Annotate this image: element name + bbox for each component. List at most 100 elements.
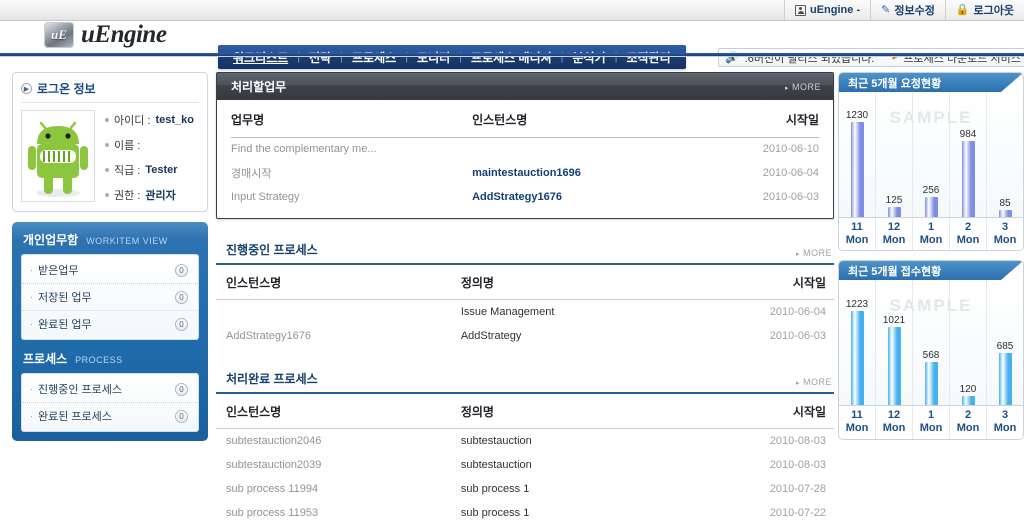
- column-header: 인스턴스명: [216, 393, 451, 429]
- table-row[interactable]: 경매시작 maintestauction1696 2010-06-04: [231, 160, 819, 186]
- notice-marquee[interactable]: 🔊 .6버전이 릴리스 되었습니다. ▸ 프로세스 다운로드 서비스: [718, 48, 1024, 67]
- running-table: 인스턴스명 정의명 시작일 Issue Management 2010-06-04 Ad…: [216, 263, 834, 348]
- chart-tick-month: 3: [1001, 221, 1009, 233]
- chart-tick-3: 1 Mon: [913, 218, 950, 251]
- list-item-label: 진행중인 프로세스: [38, 384, 123, 396]
- chart-bar: [961, 141, 975, 217]
- expand-icon[interactable]: ▶: [21, 83, 32, 94]
- logon-info-title-row: ▶ 로그온 정보: [21, 80, 199, 103]
- column-header: 인스턴스명: [472, 100, 696, 138]
- count-badge: 0: [175, 263, 188, 277]
- table-row[interactable]: Issue Management 2010-06-04: [216, 300, 834, 325]
- todo-panel-title: 처리할업무: [231, 80, 287, 94]
- running-table-body: Issue Management 2010-06-04 AddStrategy167…: [216, 300, 834, 349]
- chart-bar: [887, 326, 901, 406]
- completed-more-link[interactable]: MORE: [796, 377, 832, 387]
- current-user-button[interactable]: uEngine -: [784, 0, 871, 20]
- table-cell-definition: sub process 1: [460, 483, 530, 495]
- chart-plot-area: SAMPLE 1230 125 256 984 85: [839, 92, 1023, 217]
- chart-tick-month: 2: [964, 221, 972, 233]
- main-navigation[interactable]: 워크리스트 | 전략 | 프로세스 | 모니터 | 프로세스 매니져 | 분석기 | 조직관리: [218, 45, 686, 69]
- list-item-label: 완료된 업무: [38, 319, 92, 331]
- logon-info-title: 로그온 정보: [37, 82, 96, 96]
- bullet-icon: [105, 168, 109, 172]
- chart-value-label: 125: [885, 195, 903, 207]
- table-cell-date: 2010-07-22: [769, 507, 826, 519]
- sidebar-item-workitem-1[interactable]: · 받은업무 0: [22, 257, 198, 284]
- sidebar-item-workitem-3[interactable]: · 완료된 업무 0: [22, 311, 198, 337]
- running-more-link[interactable]: MORE: [796, 248, 832, 258]
- sidebar-item-process-1[interactable]: · 진행중인 프로세스 0: [22, 376, 198, 403]
- logout-button[interactable]: 🔒 로그아웃: [944, 0, 1024, 20]
- chart-bar: [924, 197, 938, 217]
- table-cell-date: 2010-07-28: [769, 483, 826, 495]
- table-row[interactable]: AddStrategy1676 AddStrategy 2010-06-03: [216, 324, 834, 348]
- table-cell-instance: subtestauction1950: [216, 525, 451, 529]
- workitem-title-en: WORKITEM VIEW: [86, 236, 168, 246]
- nav-item-7[interactable]: 조직관리: [618, 49, 680, 66]
- brand-name: uEngine: [81, 21, 167, 48]
- user-icon: [795, 4, 806, 16]
- count-badge: 0: [175, 290, 188, 304]
- chart-axis-row: 11 Mon 12 Mon 1 Mon 2 Mon 3 Mon: [839, 405, 1023, 439]
- logon-field-4: 권한 : 관리자: [105, 187, 194, 203]
- android-avatar-icon: [28, 121, 88, 197]
- notice-text-secondary: 프로세스 다운로드 서비스: [903, 52, 1021, 65]
- table-cell-date: 2010-06-10: [762, 143, 819, 155]
- table-cell-date: 2010-08-03: [769, 435, 826, 447]
- table-row[interactable]: Input Strategy AddStrategy1676 2010-06-03: [231, 186, 819, 208]
- workitem-title-ko: 개인업무함: [23, 233, 79, 247]
- sidebar-item-workitem-2[interactable]: · 저장된 업무 0: [22, 284, 198, 311]
- list-item-label-wrap: · 받은업무: [30, 262, 78, 278]
- chart-column-3: 568: [913, 280, 950, 406]
- table-row[interactable]: subtestauction2046 subtestauction 2010-08-…: [216, 429, 834, 454]
- sidebar-item-process-2[interactable]: · 완료된 프로세스 0: [22, 403, 198, 429]
- avatar: [21, 110, 95, 202]
- pencil-icon: ✎: [881, 3, 891, 16]
- chart-column-1: 1230: [839, 92, 876, 217]
- table-row[interactable]: Find the complementary me... 2010-06-10: [231, 138, 819, 161]
- nav-item-2[interactable]: 전략: [300, 49, 340, 66]
- chart-tick-month: 12: [887, 409, 901, 422]
- completed-table-header-row: 인스턴스명 정의명 시작일: [216, 393, 834, 429]
- chart-value-label: 120: [959, 384, 977, 396]
- table-cell-date: 2010-08-03: [769, 459, 826, 471]
- running-process-section: 진행중인 프로세스 MORE 인스턴스명정의명시작일 Issue Managem…: [216, 241, 834, 348]
- table-cell-instance: [216, 300, 451, 325]
- chart-column-4: 984: [950, 92, 987, 217]
- bullet-icon: ·: [30, 292, 33, 302]
- todo-panel-body: 업무명 인스턴스명 시작일 Find the complementary me...…: [217, 100, 833, 218]
- column-header: 시작일: [704, 264, 834, 300]
- table-cell-date: 2010-06-03: [769, 330, 826, 342]
- table-cell-definition: Issue Management: [460, 306, 555, 318]
- nav-item-3[interactable]: 프로세스: [343, 49, 405, 66]
- logon-field-list: 아이디 : test_ko 이름 : 직급 : Tester 권한 : 관리자: [105, 110, 194, 203]
- nav-item-1[interactable]: 워크리스트: [224, 49, 297, 66]
- completed-section-title: 처리완료 프로세스: [226, 372, 318, 386]
- nav-item-4[interactable]: 모니터: [408, 49, 459, 66]
- table-row[interactable]: subtestauction2039 subtestauction 2010-08-…: [216, 453, 834, 477]
- logon-field-label: 권한 :: [114, 190, 141, 202]
- nav-item-5[interactable]: 프로세스 매니져: [462, 49, 561, 66]
- chart-tick-month: 3: [1001, 409, 1009, 422]
- table-row[interactable]: sub process 11953 sub process 1 2010-07-22: [216, 501, 834, 525]
- list-item-label: 저장된 업무: [38, 292, 92, 304]
- edit-profile-button[interactable]: ✎ 정보수정: [870, 0, 945, 20]
- brand-logo[interactable]: uE uEngine: [44, 21, 167, 49]
- column-header: 정의명: [450, 393, 705, 429]
- chart-bar: [924, 361, 938, 406]
- chart-tick-month: 11: [851, 409, 863, 422]
- chart-tick-unit: Mon: [882, 421, 906, 434]
- main-content: 처리할업무 MORE 업무명인스턴스명시작일 Find the compleme…: [216, 72, 834, 529]
- nav-item-6[interactable]: 분석기: [564, 49, 615, 66]
- chart-tick-month: 2: [964, 409, 972, 422]
- todo-more-link[interactable]: MORE: [785, 82, 821, 92]
- chart-title: 최근 5개월 요청현황: [839, 73, 1023, 92]
- table-cell-definition: AddStrategy: [460, 330, 522, 342]
- chart-title: 최근 5개월 접수현황: [839, 261, 1023, 281]
- running-table-header-row: 인스턴스명 정의명 시작일: [216, 264, 834, 300]
- table-row[interactable]: subtestauction1950subtestauction2010-07-…: [216, 525, 834, 529]
- chart-tick-unit: Mon: [845, 233, 869, 246]
- table-row[interactable]: sub process 11994 sub process 1 2010-07-28: [216, 477, 834, 501]
- sidebar-menu-panel: 개인업무함 WORKITEM VIEW · 받은업무 0 · 저장된 업무 0 · 완료된 업…: [12, 222, 208, 441]
